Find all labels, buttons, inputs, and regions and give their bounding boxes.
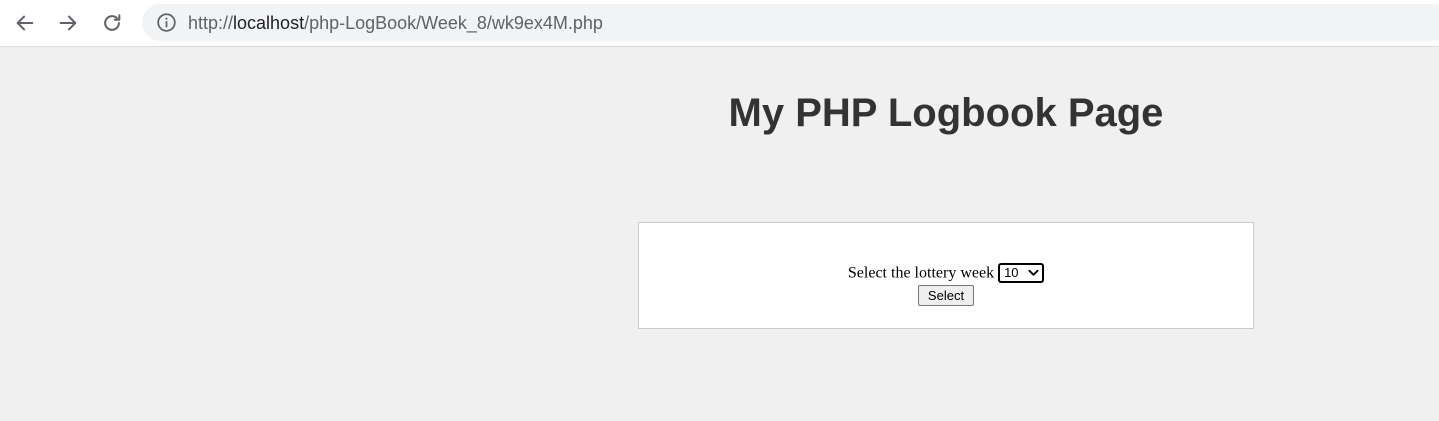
lottery-week-selected-value: 10 — [1004, 265, 1019, 280]
select-button[interactable]: Select — [918, 285, 974, 306]
submit-row: Select — [639, 285, 1253, 306]
chevron-down-icon — [1028, 269, 1039, 276]
page-title: My PHP Logbook Page — [728, 91, 1164, 135]
url-path: /php-LogBook/Week_8/wk9ex4M.php — [304, 13, 603, 33]
address-bar[interactable]: http://localhost/php-LogBook/Week_8/wk9e… — [142, 4, 1439, 41]
browser-toolbar: http://localhost/php-LogBook/Week_8/wk9e… — [0, 0, 1439, 47]
reload-icon — [104, 14, 121, 31]
info-icon[interactable] — [156, 12, 177, 33]
lottery-week-label: Select the lottery week — [847, 264, 995, 282]
forward-button[interactable] — [52, 7, 84, 39]
lottery-form-panel: Select the lottery week 10 Select — [638, 222, 1254, 329]
url-host: localhost — [233, 13, 305, 33]
arrow-left-icon — [16, 15, 34, 31]
lottery-week-row: Select the lottery week 10 — [639, 263, 1253, 284]
arrow-right-icon — [59, 15, 77, 31]
url-text[interactable]: http://localhost/php-LogBook/Week_8/wk9e… — [188, 13, 603, 33]
url-prefix: http:// — [188, 13, 234, 33]
lottery-week-select[interactable]: 10 — [998, 263, 1045, 283]
reload-button[interactable] — [96, 7, 128, 39]
back-button[interactable] — [9, 7, 41, 39]
